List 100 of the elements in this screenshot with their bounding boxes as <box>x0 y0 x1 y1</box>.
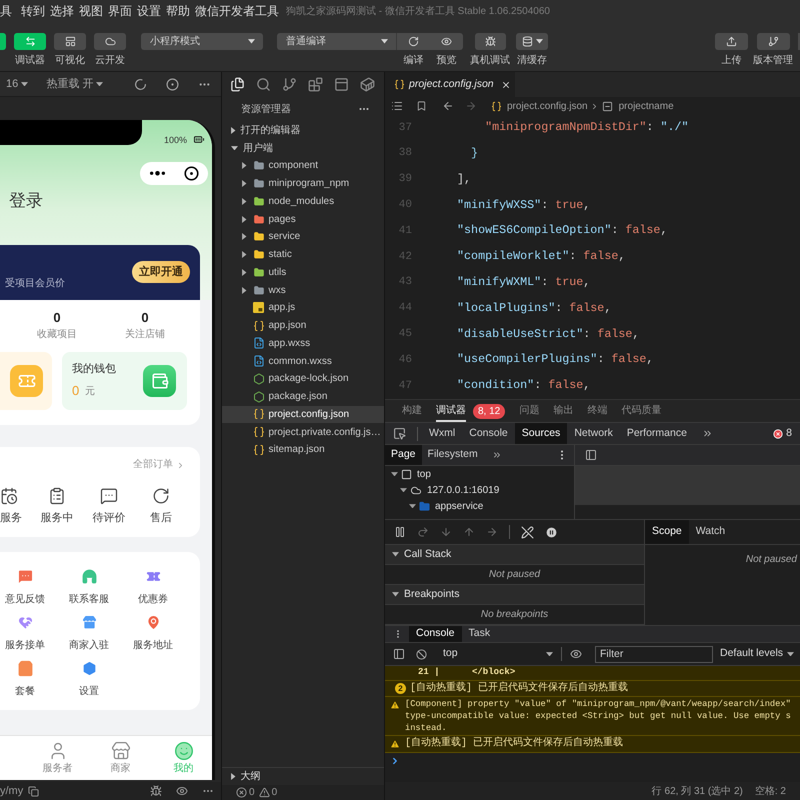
sidebar-toggle-icon[interactable] <box>585 449 597 461</box>
caret-icon[interactable] <box>231 146 238 150</box>
devtools-tab[interactable]: Sources <box>514 423 568 444</box>
service-item[interactable]: 服务接单 <box>0 614 50 653</box>
sidebar-toggle-icon[interactable] <box>393 648 405 660</box>
tree-item[interactable]: wxs <box>222 281 384 299</box>
tree-item[interactable]: app.wxss <box>222 334 384 352</box>
clear-cache-button[interactable] <box>516 33 548 50</box>
caret-icon[interactable] <box>242 162 246 170</box>
menu-item[interactable]: 选择 <box>50 2 74 20</box>
up-arrow-icon[interactable] <box>463 526 475 538</box>
breadcrumb-item[interactable]: project.config.json <box>507 98 588 114</box>
caret-icon[interactable] <box>381 39 388 44</box>
tree-item[interactable]: sitemap.json <box>222 441 384 459</box>
eye-icon[interactable] <box>570 648 582 660</box>
caret-icon[interactable] <box>242 180 246 188</box>
service-item[interactable]: 商家入驻 <box>50 614 128 653</box>
cursor-position[interactable]: 行 62, 列 31 (选中 2) <box>652 784 743 798</box>
tree-item[interactable]: service <box>222 228 384 246</box>
caret-icon[interactable] <box>96 82 104 86</box>
menu-item[interactable]: 视图 <box>79 2 103 20</box>
record-icon[interactable] <box>166 78 179 90</box>
tree-item[interactable]: node_modules <box>222 192 384 210</box>
container-icon[interactable] <box>360 77 375 92</box>
filter-input[interactable]: Filter <box>595 646 713 662</box>
capsule-button[interactable] <box>140 162 208 185</box>
caret-icon[interactable] <box>21 82 28 86</box>
more-tabs-icon[interactable] <box>492 450 502 460</box>
right-arrow-icon[interactable] <box>486 526 498 538</box>
files-icon[interactable] <box>230 77 245 92</box>
tree-item[interactable]: common.wxss <box>222 352 384 370</box>
toggle-button[interactable] <box>0 33 6 50</box>
section-header[interactable]: 用户端 <box>222 139 384 157</box>
navigator-tab[interactable]: Page <box>385 445 422 465</box>
caret-icon[interactable] <box>231 126 236 134</box>
device-debug-button[interactable] <box>474 33 506 50</box>
wallet-card[interactable]: 我的钱包 0 元 <box>62 352 187 410</box>
blocks-icon[interactable] <box>308 77 323 92</box>
menu-item[interactable]: 微信开发者工具 <box>195 2 279 20</box>
caret-icon[interactable] <box>242 286 246 294</box>
tree-item[interactable]: top <box>385 466 574 482</box>
caret-icon[interactable] <box>392 592 399 597</box>
pause-icon[interactable] <box>394 526 406 538</box>
bookmark-icon[interactable] <box>416 100 427 112</box>
devtools-tab[interactable]: Wxml <box>422 423 462 444</box>
search-icon[interactable] <box>256 77 271 92</box>
tree-item[interactable]: package-lock.json <box>222 370 384 388</box>
mode-dropdown[interactable]: 小程序模式 <box>141 33 263 50</box>
error-icon[interactable] <box>236 787 247 798</box>
caret-icon[interactable] <box>242 251 246 258</box>
context-select[interactable]: top <box>443 646 553 662</box>
panel-tab[interactable]: 输出 <box>553 400 574 422</box>
caret-icon[interactable] <box>248 39 255 44</box>
close-icon[interactable] <box>500 80 511 90</box>
caret-icon[interactable] <box>242 268 246 276</box>
bug-icon[interactable] <box>150 785 162 797</box>
device-selector[interactable]: 16 <box>6 76 28 92</box>
tree-item[interactable]: appservice <box>385 498 574 514</box>
stat-label[interactable]: 关注店铺 <box>125 329 165 341</box>
hot-reload-toggle[interactable]: 热重载 开 <box>46 76 104 92</box>
service-item[interactable]: 联系客服 <box>50 568 128 607</box>
menu-item[interactable]: 设置 <box>137 2 161 20</box>
order-status-item[interactable]: 服务 <box>0 487 31 525</box>
more-tabs-icon[interactable] <box>702 428 713 439</box>
tree-item[interactable]: package.json <box>222 388 384 406</box>
pause-circle-icon[interactable] <box>545 526 558 538</box>
panel-tab[interactable]: 问题 <box>519 400 540 422</box>
indentation-setting[interactable]: 空格: 2 <box>754 784 786 798</box>
editor-tab[interactable]: project.config.json <box>385 72 515 97</box>
spinner-icon[interactable] <box>134 78 147 90</box>
curved-arrow-icon[interactable] <box>417 526 429 538</box>
order-status-item[interactable]: 服务中 <box>31 487 83 525</box>
menu-item[interactable]: 转到 <box>21 2 45 20</box>
tree-item[interactable]: 127.0.0.1:16019 <box>385 482 574 498</box>
panel-tab[interactable]: 构建 <box>402 400 422 422</box>
caret-icon[interactable] <box>242 198 246 205</box>
caret-icon[interactable] <box>391 472 398 476</box>
section-header[interactable]: Breakpoints <box>385 585 644 605</box>
prompt-icon[interactable] <box>390 756 400 766</box>
service-item[interactable]: 套餐 <box>0 660 50 699</box>
version-button[interactable] <box>756 33 790 50</box>
service-item[interactable]: 优惠券 <box>128 568 178 607</box>
compile-mode-dropdown[interactable]: 普通编译 <box>277 33 397 50</box>
tab-bar-item[interactable]: 商家 <box>89 741 152 780</box>
menu-item[interactable]: 具 <box>0 2 12 20</box>
caret-icon[interactable] <box>409 504 416 508</box>
tree-item[interactable]: app.js <box>222 299 384 317</box>
section-header[interactable]: 打开的编辑器 <box>222 121 384 139</box>
toggle-button[interactable] <box>14 33 46 50</box>
down-arrow-icon[interactable] <box>440 526 452 538</box>
devtools-tab[interactable]: Network <box>567 423 620 444</box>
service-item[interactable]: 意见反馈 <box>0 568 50 607</box>
ban-icon[interactable] <box>416 648 427 660</box>
tree-item[interactable]: component <box>222 157 384 175</box>
tree-item[interactable]: project.config.json <box>222 406 384 424</box>
sidebar-tab[interactable]: Watch <box>688 520 732 544</box>
levels-select[interactable]: Default levels <box>720 646 794 662</box>
drawer-tab[interactable]: Task <box>462 626 498 642</box>
upload-button[interactable] <box>715 33 748 50</box>
caret-icon[interactable] <box>546 652 553 656</box>
